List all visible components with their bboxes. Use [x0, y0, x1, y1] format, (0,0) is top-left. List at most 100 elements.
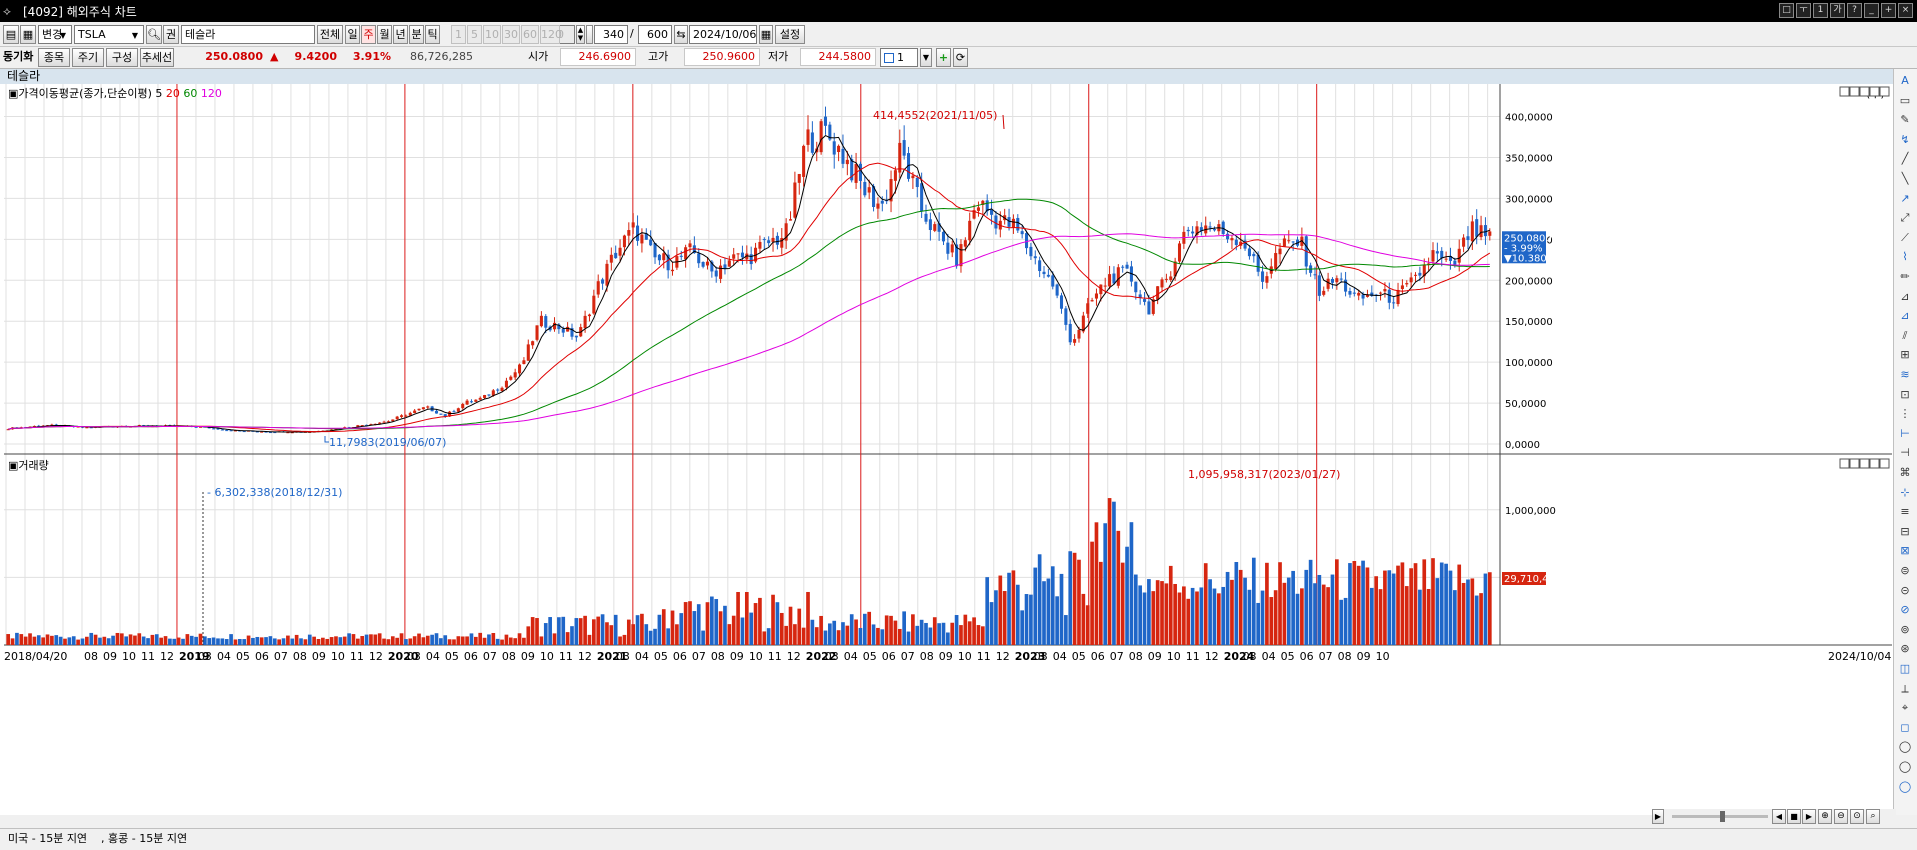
- date-sync-icon[interactable]: ⇆: [674, 25, 688, 44]
- stop-icon[interactable]: ■: [1787, 809, 1801, 824]
- zoom-reset-icon[interactable]: ⊙: [1850, 809, 1864, 824]
- search-icon[interactable]: 🔍︎: [146, 25, 162, 44]
- drawing-tool-icon-6[interactable]: ↗: [1897, 191, 1913, 207]
- period-tab-0[interactable]: 일: [345, 25, 360, 44]
- drawing-tool-icon-5[interactable]: ╲: [1897, 171, 1913, 187]
- drawing-tool-icon-1[interactable]: ▭: [1897, 93, 1913, 109]
- change-dropdown[interactable]: 변경 ▼: [38, 25, 72, 44]
- drawing-tool-icon-20[interactable]: ⌘: [1897, 465, 1913, 481]
- drawing-tool-icon-32[interactable]: ⌖: [1897, 700, 1913, 716]
- panel-control-icon[interactable]: [1869, 458, 1880, 469]
- panel-toggle-icon[interactable]: ▤: [3, 25, 19, 44]
- window-button-1[interactable]: ㅜ: [1796, 3, 1811, 18]
- window-button-0[interactable]: □: [1779, 3, 1794, 18]
- drawing-tool-icon-3[interactable]: ↯: [1897, 132, 1913, 148]
- window-button-6[interactable]: +: [1881, 3, 1896, 18]
- window-list-icon[interactable]: ▦: [20, 25, 36, 44]
- period-tab-3[interactable]: 년: [393, 25, 408, 44]
- window-button-3[interactable]: 가: [1830, 3, 1845, 18]
- panel-control-icon[interactable]: [1839, 458, 1850, 469]
- panel-control-icon[interactable]: [1859, 458, 1870, 469]
- settings-button[interactable]: 설정: [775, 25, 805, 44]
- drawing-tool-icon-30[interactable]: ◫: [1897, 661, 1913, 677]
- drawing-tool-icon-27[interactable]: ⊘: [1897, 602, 1913, 618]
- drawing-tool-icon-28[interactable]: ⊚: [1897, 622, 1913, 638]
- minute-option-3[interactable]: 30: [502, 25, 520, 44]
- drawing-tool-icon-16[interactable]: ⊡: [1897, 387, 1913, 403]
- zoom-out-icon[interactable]: ⊖: [1834, 809, 1848, 824]
- minute-option-1[interactable]: 5: [467, 25, 482, 44]
- sync-label[interactable]: 동기화: [3, 47, 33, 67]
- drawing-tool-icon-9[interactable]: ⌇: [1897, 249, 1913, 265]
- total-count-input[interactable]: 600: [638, 25, 672, 44]
- window-button-4[interactable]: ?: [1847, 3, 1862, 18]
- window-button-2[interactable]: 1: [1813, 3, 1828, 18]
- scroll-left-icon[interactable]: ◀: [1772, 809, 1786, 824]
- drawing-tool-icon-8[interactable]: ⟋: [1897, 230, 1913, 246]
- zoom-in-icon[interactable]: ⊕: [1818, 809, 1832, 824]
- drawing-tool-icon-36[interactable]: ◯: [1897, 779, 1913, 795]
- drawing-tool-icon-21[interactable]: ⊹: [1897, 485, 1913, 501]
- drawing-tool-icon-7[interactable]: ⤢: [1897, 210, 1913, 226]
- drawing-tool-icon-31[interactable]: ⟂: [1897, 681, 1913, 697]
- minute-option-4[interactable]: 60: [521, 25, 539, 44]
- drawing-tool-icon-26[interactable]: ⊝: [1897, 583, 1913, 599]
- panel-control-icon[interactable]: [1879, 458, 1890, 469]
- window-button-7[interactable]: ×: [1898, 3, 1913, 18]
- display-count-input[interactable]: 340: [594, 25, 628, 44]
- period-tab-1[interactable]: 주: [361, 25, 376, 44]
- drawing-tool-icon-22[interactable]: ≡: [1897, 504, 1913, 520]
- splitter-handle[interactable]: [586, 25, 593, 44]
- drawing-tool-icon-17[interactable]: ⋮: [1897, 406, 1913, 422]
- panel-control-icon[interactable]: [1879, 86, 1890, 97]
- drawing-tool-icon-4[interactable]: ╱: [1897, 151, 1913, 167]
- date-input[interactable]: 2024/10/06: [689, 25, 757, 44]
- minute-option-0[interactable]: 1: [451, 25, 466, 44]
- magnifier-icon[interactable]: ⌕: [1866, 809, 1880, 824]
- item-button[interactable]: 종목: [38, 48, 70, 67]
- drawing-tool-icon-33[interactable]: ◻: [1897, 720, 1913, 736]
- period-tab-2[interactable]: 월: [377, 25, 392, 44]
- symbol-input[interactable]: TSLA ▼: [74, 25, 144, 44]
- drawing-tool-icon-15[interactable]: ≋: [1897, 367, 1913, 383]
- drawing-tool-icon-29[interactable]: ⊛: [1897, 641, 1913, 657]
- period-button[interactable]: 주기: [72, 48, 104, 67]
- add-icon[interactable]: +: [936, 48, 951, 67]
- refresh-icon[interactable]: ⟳: [953, 48, 968, 67]
- stock-name-field[interactable]: 테슬라: [181, 25, 315, 44]
- drawing-tool-icon-34[interactable]: ◯: [1897, 739, 1913, 755]
- chevron-down-icon[interactable]: ▼: [920, 48, 932, 67]
- drawing-tool-icon-14[interactable]: ⊞: [1897, 347, 1913, 363]
- drawing-tool-icon-11[interactable]: ⊿: [1897, 289, 1913, 305]
- all-button[interactable]: 전체: [317, 25, 343, 44]
- calendar-icon[interactable]: ▦: [759, 25, 773, 44]
- interval-spinner[interactable]: ▲ ▼: [576, 25, 585, 44]
- minute-option-5[interactable]: 120: [540, 25, 562, 44]
- drawing-tool-icon-25[interactable]: ⊜: [1897, 563, 1913, 579]
- compose-button[interactable]: 구성: [106, 48, 138, 67]
- drawing-tool-icon-0[interactable]: A: [1897, 73, 1913, 89]
- rights-button[interactable]: 권: [163, 25, 179, 44]
- drawing-tool-icon-2[interactable]: ✎: [1897, 112, 1913, 128]
- drawing-tool-icon-12[interactable]: ⊿: [1897, 308, 1913, 324]
- window-button-5[interactable]: _: [1864, 3, 1879, 18]
- panel-control-icon[interactable]: [1859, 86, 1870, 97]
- drawing-tool-icon-18[interactable]: ⊢: [1897, 426, 1913, 442]
- price-volume-chart[interactable]: 400,0000350,0000300,0000250,0000200,0000…: [0, 84, 1893, 828]
- drawing-tool-icon-13[interactable]: ⫽: [1897, 328, 1913, 344]
- minute-option-2[interactable]: 10: [483, 25, 501, 44]
- drawing-tool-icon-35[interactable]: ◯: [1897, 759, 1913, 775]
- panel-control-icon[interactable]: [1849, 458, 1860, 469]
- play-icon[interactable]: ▶: [1802, 809, 1816, 824]
- panel-control-icon[interactable]: [1869, 86, 1880, 97]
- drawing-tool-icon-23[interactable]: ⊟: [1897, 524, 1913, 540]
- scroll-right-icon[interactable]: ▶: [1652, 809, 1664, 824]
- drawing-tool-icon-10[interactable]: ✏: [1897, 269, 1913, 285]
- period-tab-4[interactable]: 분: [409, 25, 424, 44]
- trendline-button[interactable]: 추세선: [140, 48, 174, 67]
- panel-control-icon[interactable]: [1839, 86, 1850, 97]
- panel-control-icon[interactable]: [1849, 86, 1860, 97]
- drawing-tool-icon-24[interactable]: ⊠: [1897, 543, 1913, 559]
- drawing-tool-icon-19[interactable]: ⊣: [1897, 445, 1913, 461]
- page-select[interactable]: 1: [880, 48, 918, 67]
